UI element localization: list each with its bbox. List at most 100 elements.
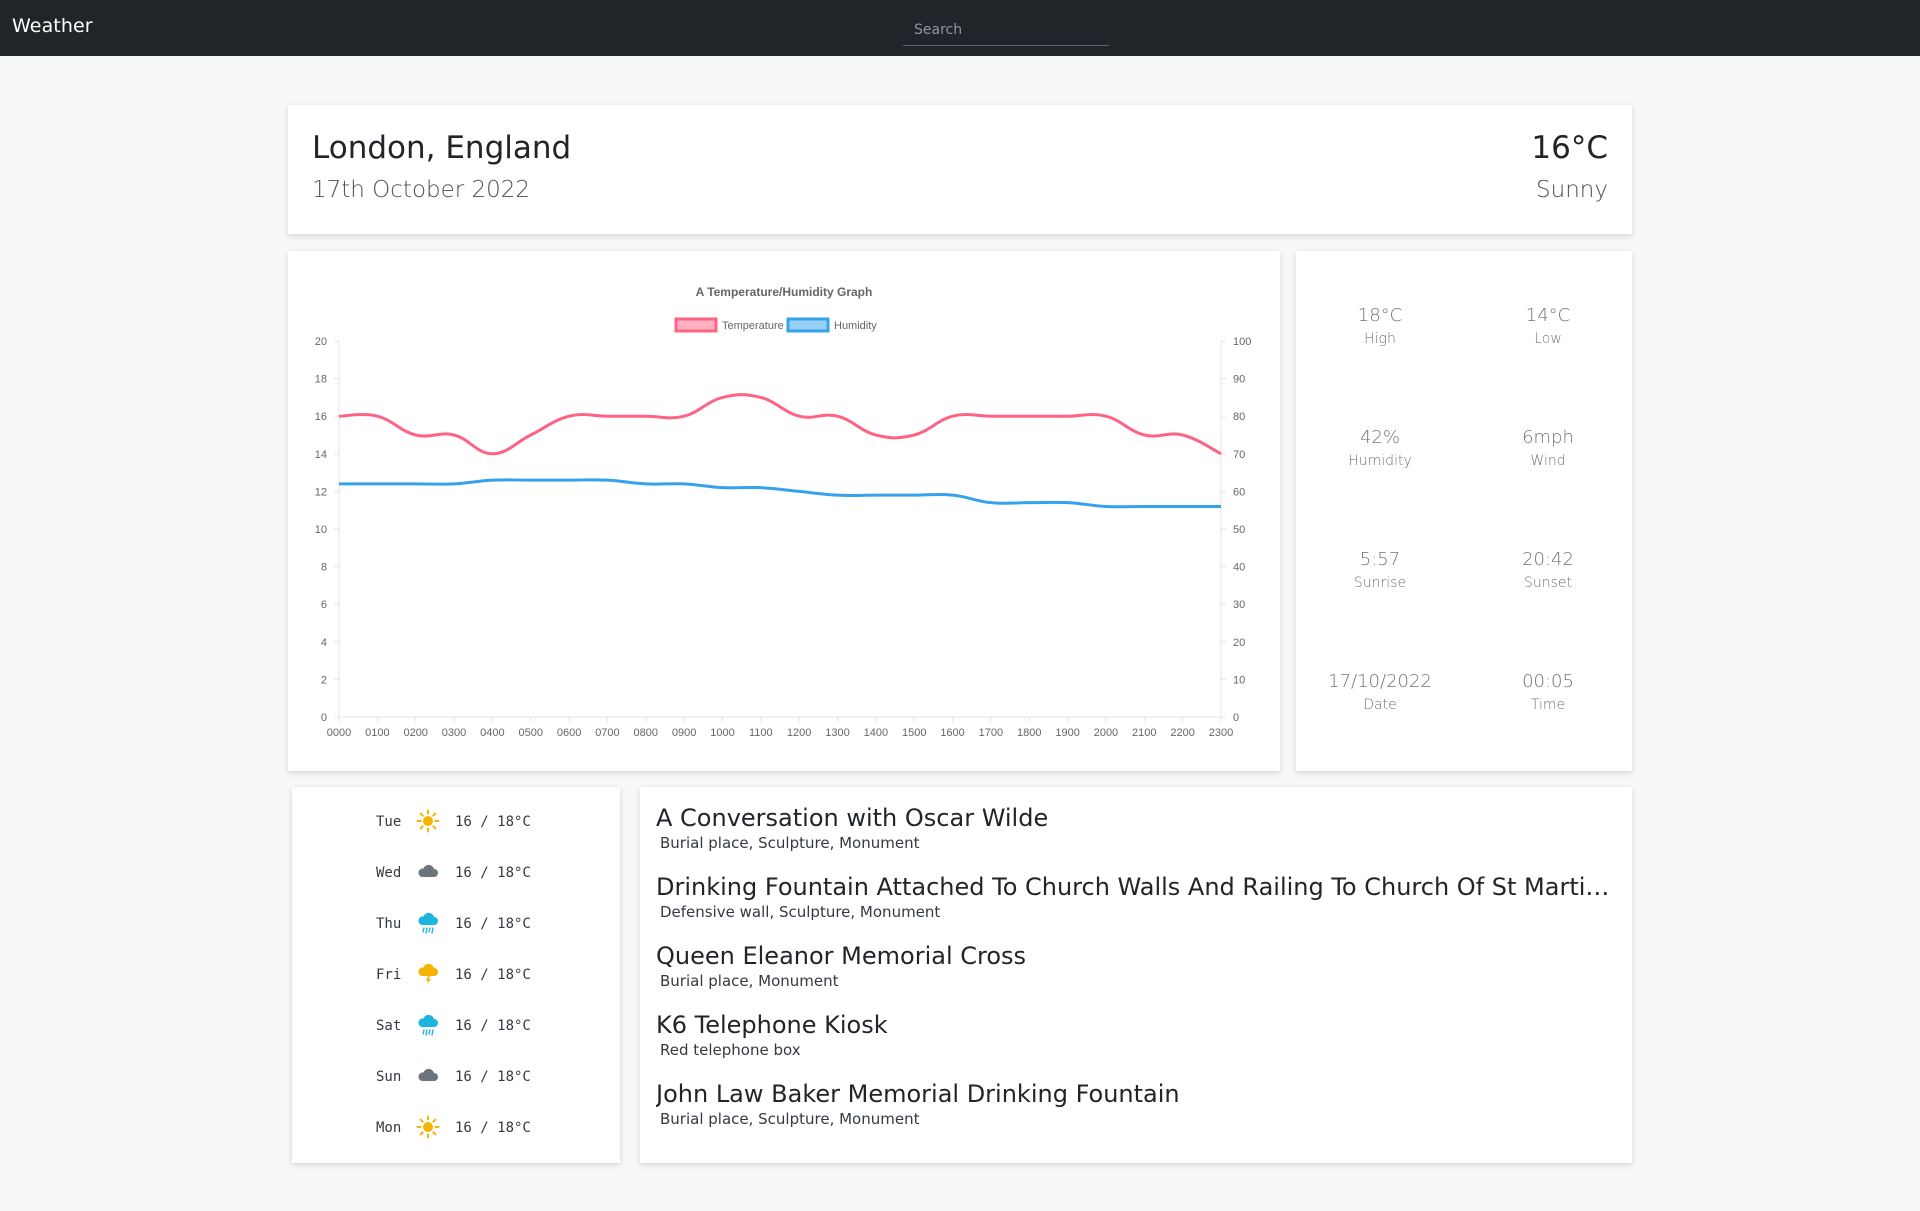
current-date: 17th October 2022 (312, 177, 531, 203)
x-tick-label: 0200 (403, 727, 427, 739)
landmark-tags: Burial place, Sculpture, Monument (660, 1110, 920, 1128)
landmark-name[interactable]: John Law Baker Memorial Drinking Fountai… (656, 1080, 1624, 1108)
forecast-temps: 16 / 18°C (455, 1120, 531, 1136)
stat-label: Date (1363, 697, 1397, 713)
x-tick-label: 0900 (672, 727, 696, 739)
series-line-temperature (338, 393, 1222, 456)
stat-label: Wind (1530, 453, 1566, 469)
landmark-item[interactable]: Drinking Fountain Attached To Church Wal… (656, 873, 1624, 921)
landmark-tags: Red telephone box (660, 1041, 801, 1059)
y-left-tick-label: 14 (315, 449, 327, 461)
forecast-row: Sat 16 / 18°C (292, 1013, 620, 1039)
landmark-name[interactable]: Drinking Fountain Attached To Church Wal… (656, 873, 1624, 901)
legend-label-temperature: Temperature (722, 320, 784, 332)
forecast-day: Thu (376, 916, 402, 932)
stat-sunrise: 5:57 Sunrise (1296, 549, 1464, 591)
forecast-row: Mon 16 / 18°C (292, 1115, 620, 1141)
x-tick-label: 0000 (327, 727, 351, 739)
forecast-temps: 16 / 18°C (455, 1018, 531, 1034)
forecast-day: Mon (376, 1120, 402, 1136)
x-tick-label: 1900 (1055, 727, 1079, 739)
stat-value: 5:57 (1359, 549, 1401, 570)
x-tick-label: 1400 (864, 727, 888, 739)
y-left-tick-label: 4 (321, 637, 327, 649)
temperature-humidity-chart-card: A Temperature/Humidity Graph Temperature… (288, 251, 1280, 771)
x-tick-label: 1700 (979, 727, 1003, 739)
stat-label: High (1364, 331, 1396, 347)
y-left-tick-label: 10 (315, 524, 327, 536)
y-left-tick-label: 0 (321, 712, 327, 724)
current-temperature: 16°C (1531, 130, 1608, 166)
forecast-row: Sun 16 / 18°C (292, 1064, 620, 1090)
stat-humidity: 42% Humidity (1296, 427, 1464, 469)
x-tick-label: 0800 (634, 727, 658, 739)
x-tick-label: 2300 (1209, 727, 1233, 739)
current-weather-card: London, England 17th October 2022 16°C S… (288, 105, 1632, 234)
stat-value: 17/10/2022 (1328, 671, 1432, 692)
stat-value: 18°C (1357, 305, 1403, 326)
stat-date: 17/10/2022 Date (1296, 671, 1464, 713)
y-right-tick-label: 0 (1233, 712, 1239, 724)
stat-label: Low (1534, 331, 1562, 347)
search-input[interactable] (903, 14, 1109, 45)
chart-legend: Temperature Humidity (674, 317, 877, 333)
thunderstorm-icon (416, 962, 440, 986)
x-tick-label: 0600 (557, 727, 581, 739)
top-navbar: Weather (0, 0, 1920, 56)
stat-label: Time (1530, 697, 1566, 713)
series-line-humidity (339, 478, 1221, 509)
landmark-item[interactable]: Queen Eleanor Memorial Cross Burial place… (656, 942, 1624, 990)
x-tick-label: 1500 (902, 727, 926, 739)
x-tick-label: 1800 (1017, 727, 1041, 739)
stat-wind: 6mph Wind (1464, 427, 1632, 469)
sun-icon (416, 1115, 440, 1139)
x-tick-label: 2000 (1094, 727, 1118, 739)
y-right-tick-label: 10 (1233, 674, 1245, 686)
stat-value: 20:42 (1522, 549, 1574, 570)
landmark-item[interactable]: John Law Baker Memorial Drinking Fountai… (656, 1080, 1624, 1128)
legend-swatch-humidity (786, 317, 830, 333)
y-left-tick-label: 8 (321, 562, 327, 574)
stat-value: 6mph (1522, 427, 1574, 448)
x-tick-label: 2100 (1132, 727, 1156, 739)
location-title: London, England (312, 130, 572, 166)
forecast-row: Tue 16 / 18°C (292, 809, 620, 835)
stat-label: Sunset (1523, 575, 1573, 591)
search-box[interactable] (903, 14, 1109, 46)
landmark-name[interactable]: Queen Eleanor Memorial Cross (656, 942, 1624, 970)
legend-label-humidity: Humidity (834, 320, 877, 332)
y-right-tick-label: 100 (1233, 336, 1251, 348)
y-right-tick-label: 70 (1233, 449, 1245, 461)
forecast-row: Fri 16 / 18°C (292, 962, 620, 988)
landmark-item[interactable]: A Conversation with Oscar Wilde Burial pl… (656, 804, 1624, 852)
forecast-day: Tue (376, 814, 402, 830)
y-right-tick-label: 50 (1233, 524, 1245, 536)
legend-swatch-temperature (674, 317, 718, 333)
x-tick-label: 1100 (749, 727, 773, 739)
cloud-icon (416, 1064, 440, 1088)
stat-high: 18°C High (1296, 305, 1464, 347)
weekly-forecast-card: Tue 16 / 18°C Wed 16 / 18°C Thu 16 / 18°C Fri… (292, 787, 620, 1163)
landmark-tags: Burial place, Monument (660, 972, 839, 990)
landmark-item[interactable]: K6 Telephone Kiosk Red telephone box (656, 1011, 1624, 1059)
stat-value: 00:05 (1522, 671, 1574, 692)
y-right-tick-label: 30 (1233, 599, 1245, 611)
chart-series (338, 393, 1222, 509)
current-condition: Sunny (1536, 177, 1608, 203)
x-tick-label: 0300 (442, 727, 466, 739)
forecast-day: Sat (376, 1018, 402, 1034)
landmark-name[interactable]: A Conversation with Oscar Wilde (656, 804, 1624, 832)
x-tick-label: 2200 (1170, 727, 1194, 739)
y-right-tick-label: 80 (1233, 411, 1245, 423)
landmark-name[interactable]: K6 Telephone Kiosk (656, 1011, 1624, 1039)
rain-icon (416, 911, 440, 935)
stat-time: 00:05 Time (1464, 671, 1632, 713)
y-right-tick-label: 20 (1233, 637, 1245, 649)
landmarks-card: A Conversation with Oscar Wilde Burial pl… (640, 787, 1632, 1163)
y-right-tick-label: 60 (1233, 486, 1245, 498)
app-brand[interactable]: Weather (12, 15, 93, 37)
forecast-temps: 16 / 18°C (455, 865, 531, 881)
stat-value: 42% (1359, 427, 1400, 448)
y-left-tick-label: 16 (315, 411, 327, 423)
forecast-day: Fri (376, 967, 402, 983)
